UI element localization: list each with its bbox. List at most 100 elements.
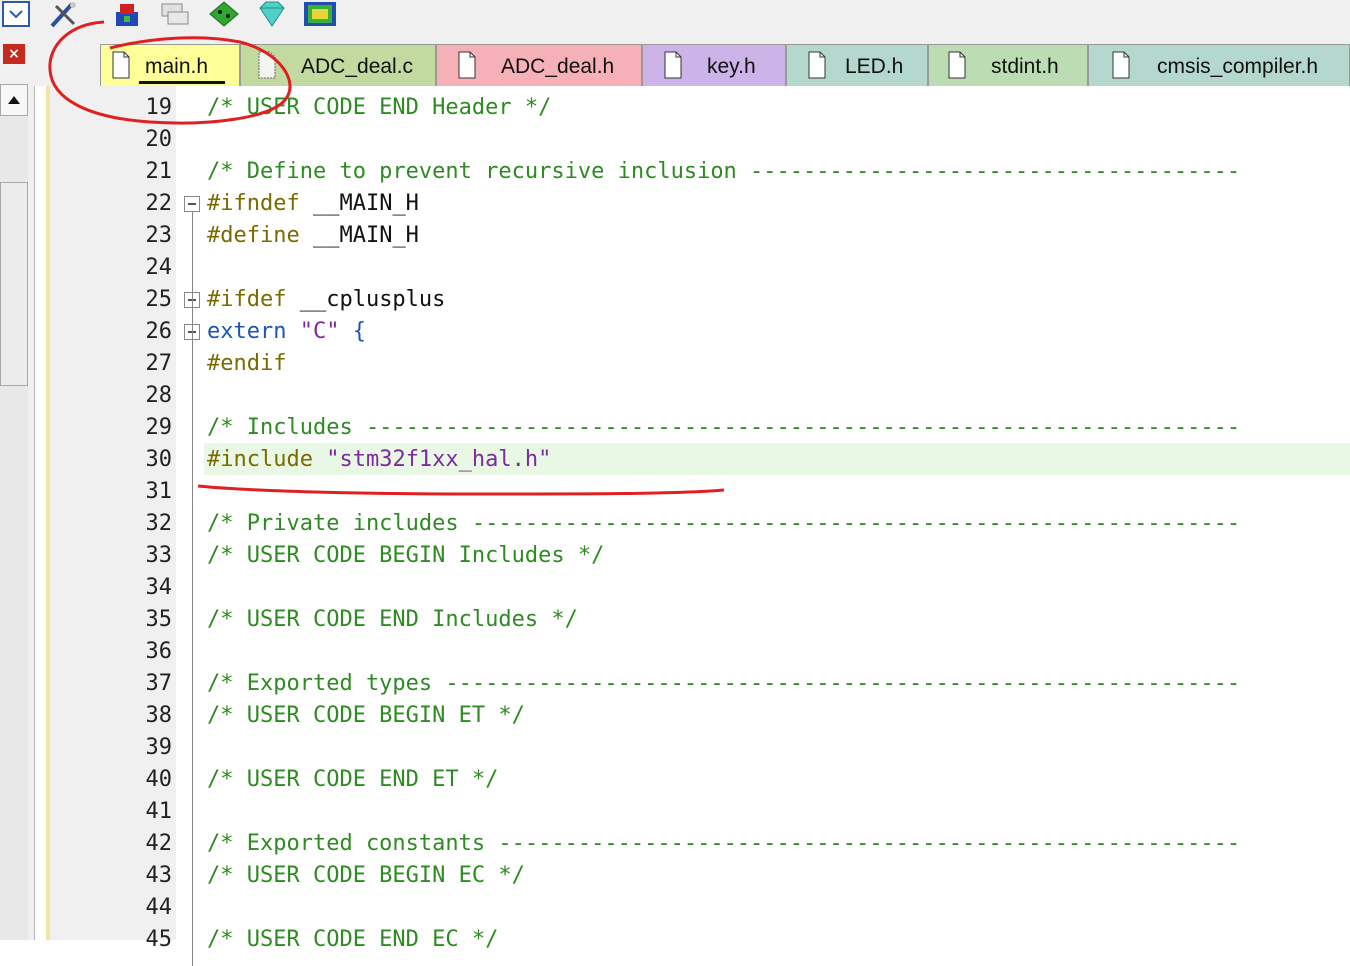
tab-stdint-h[interactable]: stdint.h (928, 44, 1088, 86)
code-line[interactable]: 38 /* USER CODE BEGIN ET */ (0, 699, 1350, 731)
code-line[interactable]: 29 /* Includes --------------------------… (0, 411, 1350, 443)
fold-toggle-icon[interactable] (184, 196, 200, 212)
tab-adc-deal-h[interactable]: ADC_deal.h (436, 44, 642, 86)
line-number: 28 (145, 383, 173, 408)
line-number: 30 (145, 447, 173, 472)
code-line[interactable]: 27 #endif (0, 347, 1350, 379)
code-line[interactable]: 42 /* Exported constants ----------------… (0, 827, 1350, 859)
code-line[interactable]: 20 (0, 123, 1350, 155)
code-line[interactable]: 34 (0, 571, 1350, 603)
code-line[interactable]: 44 (0, 891, 1350, 923)
build-target-icon[interactable] (108, 0, 148, 28)
code-token: /* USER CODE END Header */ (207, 95, 552, 120)
file-icon (807, 51, 827, 85)
dropdown-arrow-icon[interactable] (0, 0, 32, 28)
code-line[interactable]: 21 /* Define to prevent recursive inclusi… (0, 155, 1350, 187)
line-number: 26 (145, 319, 173, 344)
line-number: 32 (145, 511, 173, 536)
code-text: /* USER CODE BEGIN Includes */ (207, 543, 604, 568)
code-token: extern (207, 319, 300, 344)
code-line[interactable]: 37 /* Exported types --------------------… (0, 667, 1350, 699)
tab-label: main.h (145, 55, 209, 78)
code-line[interactable]: 24 (0, 251, 1350, 283)
code-line[interactable]: 43 /* USER CODE BEGIN EC */ (0, 859, 1350, 891)
code-text: /* Includes ----------------------------… (207, 415, 1240, 440)
tab-key-h[interactable]: key.h (642, 44, 786, 86)
tab-label: LED.h (845, 55, 904, 78)
code-text: #define __MAIN_H (207, 223, 419, 248)
line-number: 39 (145, 735, 173, 760)
code-text: #include "stm32f1xx_hal.h" (207, 447, 551, 472)
code-token: __cplusplus (299, 287, 446, 312)
stacked-windows-icon[interactable] (156, 0, 196, 28)
magic-wand-icon[interactable] (44, 0, 84, 28)
line-number: 31 (145, 479, 173, 504)
line-number: 33 (145, 543, 173, 568)
code-line[interactable]: 30 #include "stm32f1xx_hal.h" (0, 443, 1350, 475)
line-number: 42 (145, 831, 173, 856)
line-number: 43 (145, 863, 173, 888)
line-number: 22 (145, 191, 173, 216)
code-text: /* Exported constants ------------------… (207, 831, 1240, 856)
file-icon (111, 51, 131, 85)
code-line[interactable]: 19 /* USER CODE END Header */ (0, 91, 1350, 123)
diamond-icon[interactable] (252, 0, 292, 28)
code-token: /* Define to prevent recursive inclusion… (207, 159, 1241, 184)
line-number: 24 (145, 255, 173, 280)
tab-cmsis-compiler-h[interactable]: cmsis_compiler.h (1088, 44, 1350, 86)
code-text: /* USER CODE END ET */ (207, 767, 498, 792)
tab-label: cmsis_compiler.h (1157, 55, 1319, 78)
code-text: /* Define to prevent recursive inclusion… (207, 159, 1240, 184)
code-line[interactable]: 40 /* USER CODE END ET */ (0, 763, 1350, 795)
code-line[interactable]: 25 #ifdef __cplusplus (0, 283, 1350, 315)
close-pane-button[interactable]: × (3, 44, 25, 64)
code-line[interactable]: 35 /* USER CODE END Includes */ (0, 603, 1350, 635)
code-line[interactable]: 32 /* Private includes ------------------… (0, 507, 1350, 539)
line-number: 44 (145, 895, 173, 920)
file-icon (947, 51, 967, 85)
fold-guide (192, 340, 193, 394)
code-token: #endif (207, 351, 287, 376)
code-token: /* USER CODE BEGIN ET */ (207, 703, 525, 728)
code-line[interactable]: 39 (0, 731, 1350, 763)
code-text: #endif (207, 351, 286, 376)
code-line[interactable]: 45/* USER CODE END EC */ (0, 923, 1350, 955)
tab-main-h[interactable]: main.h (100, 44, 240, 86)
code-token: /* USER CODE BEGIN Includes */ (207, 543, 605, 568)
code-token: /* Private includes --------------------… (207, 511, 1241, 536)
code-token: /* Exported types ----------------------… (207, 671, 1241, 696)
code-token: /* Includes ----------------------------… (207, 415, 1241, 440)
code-text: /* USER CODE END Header */ (207, 95, 551, 120)
code-line[interactable]: 23 #define __MAIN_H (0, 219, 1350, 251)
code-line[interactable]: 41 (0, 795, 1350, 827)
file-icon (663, 51, 683, 85)
line-number: 36 (145, 639, 173, 664)
code-line[interactable]: 26 extern "C" { (0, 315, 1350, 347)
line-number: 20 (145, 127, 173, 152)
code-token: __MAIN_H (312, 191, 419, 216)
line-number: 19 (145, 95, 173, 120)
code-line[interactable]: 22 #ifndef __MAIN_H (0, 187, 1350, 219)
code-line[interactable]: 28 (0, 379, 1350, 411)
code-text: extern "C" { (207, 319, 366, 344)
green-gem-icon[interactable] (204, 0, 244, 28)
tab-label: stdint.h (991, 55, 1059, 78)
code-token: #define (207, 223, 313, 248)
code-token: { (352, 319, 366, 344)
file-icon (457, 51, 477, 85)
code-line[interactable]: 36 (0, 635, 1350, 667)
code-token: "C" (299, 319, 353, 344)
code-token: /* USER CODE END Includes */ (207, 607, 578, 632)
code-text: #ifdef __cplusplus (207, 287, 445, 312)
chip-icon[interactable] (300, 0, 340, 28)
tab-label: key.h (707, 55, 756, 78)
tab-bar: main.h ADC_deal.c ADC_deal.h key.h LED.h… (34, 36, 1350, 86)
code-text: /* Exported types ----------------------… (207, 671, 1240, 696)
code-line[interactable]: 33 /* USER CODE BEGIN Includes */ (0, 539, 1350, 571)
code-token: __MAIN_H (312, 223, 419, 248)
fold-guide (192, 212, 193, 966)
tab-led-h[interactable]: LED.h (786, 44, 928, 86)
line-number: 40 (145, 767, 173, 792)
code-line[interactable]: 31 (0, 475, 1350, 507)
tab-adc-deal-c[interactable]: ADC_deal.c (240, 44, 436, 86)
